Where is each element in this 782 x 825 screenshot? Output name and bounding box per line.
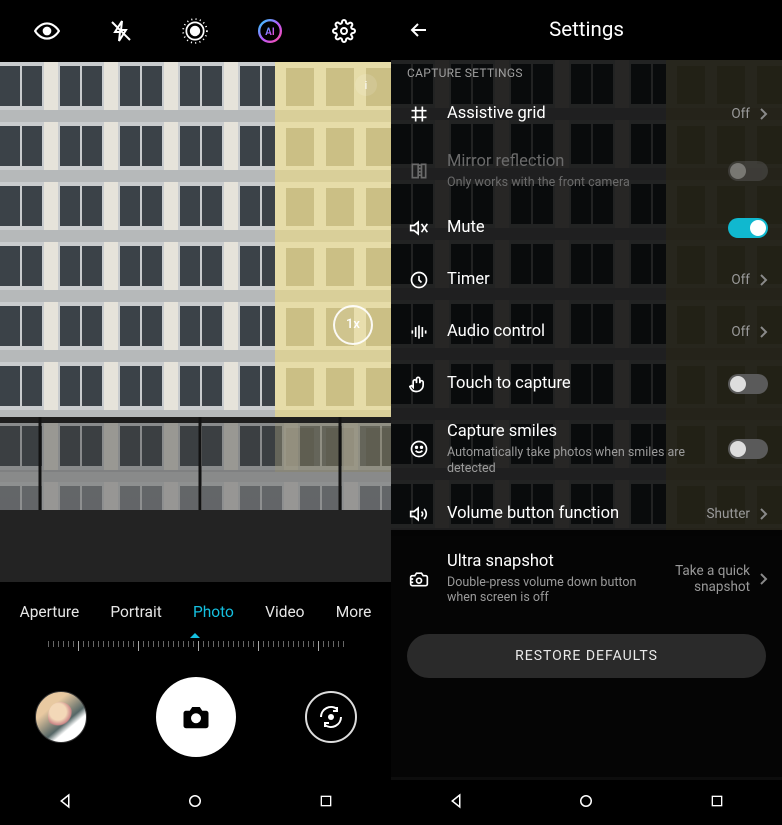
mirror-icon (407, 161, 431, 181)
settings-list: CAPTURE SETTINGS Assistive grid Off Mirr… (391, 60, 782, 694)
nav-back-icon[interactable] (446, 791, 466, 811)
toggle-mirror (728, 161, 768, 181)
touch-icon (407, 374, 431, 394)
chevron-right-icon (758, 325, 768, 339)
mode-more[interactable]: More (336, 603, 372, 621)
row-value: Off (731, 272, 750, 288)
toggle-capture-smiles[interactable] (728, 439, 768, 459)
restore-label: RESTORE DEFAULTS (515, 648, 658, 664)
smile-icon (407, 439, 431, 459)
nav-home-icon[interactable] (185, 791, 205, 811)
camera-bottom-bar (0, 657, 391, 777)
chevron-right-icon (758, 572, 768, 586)
mode-aperture[interactable]: Aperture (20, 603, 80, 621)
row-title: Assistive grid (447, 104, 715, 125)
row-title: Timer (447, 270, 715, 291)
settings-pane: Settings CAPTURE SETTINGS Assistive grid… (391, 0, 782, 825)
row-subtitle: Double-press volume down button when scr… (447, 575, 652, 606)
gallery-thumbnail[interactable] (35, 691, 87, 743)
info-icon[interactable]: i (355, 74, 377, 96)
nav-recent-icon[interactable] (316, 791, 336, 811)
row-title: Capture smiles (447, 422, 712, 443)
target-icon[interactable] (177, 13, 213, 49)
row-value: Shutter (707, 506, 750, 522)
mode-photo[interactable]: Photo (193, 603, 234, 621)
row-title: Mute (447, 218, 712, 239)
android-navbar-left (0, 777, 391, 825)
svg-text:AI: AI (265, 27, 275, 38)
mute-icon (407, 218, 431, 238)
ai-icon[interactable]: AI (252, 13, 288, 49)
row-title: Touch to capture (447, 374, 712, 395)
eye-icon[interactable] (29, 13, 65, 49)
settings-title: Settings (391, 18, 782, 42)
nav-recent-icon[interactable] (707, 791, 727, 811)
timer-icon (407, 270, 431, 290)
row-timer[interactable]: Timer Off (391, 254, 782, 306)
settings-header: Settings (391, 0, 782, 60)
row-value: Take a quick snapshot (668, 563, 750, 595)
nav-back-icon[interactable] (55, 791, 75, 811)
row-subtitle: Only works with the front camera (447, 175, 712, 191)
row-value: Off (731, 106, 750, 122)
mode-ticks (0, 641, 391, 657)
zoom-label: 1x (346, 317, 360, 332)
shutter-button[interactable] (156, 677, 236, 757)
row-ultra-snapshot[interactable]: Ultra snapshot Double-press volume down … (391, 540, 782, 618)
restore-defaults-button[interactable]: RESTORE DEFAULTS (407, 634, 766, 678)
row-title: Audio control (447, 322, 715, 343)
settings-gear-icon[interactable] (326, 13, 362, 49)
toggle-touch-capture[interactable] (728, 374, 768, 394)
row-capture-smiles[interactable]: Capture smiles Automatically take photos… (391, 410, 782, 488)
viewfinder[interactable]: i 1x (0, 62, 391, 587)
switch-camera-button[interactable] (305, 691, 357, 743)
row-value: Off (731, 324, 750, 340)
row-mute[interactable]: Mute (391, 202, 782, 254)
mode-video[interactable]: Video (265, 603, 304, 621)
mode-portrait[interactable]: Portrait (110, 603, 161, 621)
row-touch-capture[interactable]: Touch to capture (391, 358, 782, 410)
section-label: CAPTURE SETTINGS (391, 60, 782, 88)
chevron-right-icon (758, 107, 768, 121)
grid-icon (407, 104, 431, 124)
row-audio-control[interactable]: Audio control Off (391, 306, 782, 358)
row-title: Mirror reflection (447, 152, 712, 173)
mode-indicator (0, 633, 391, 639)
camera-top-toolbar: AI (0, 0, 391, 62)
camera-fast-icon (407, 569, 431, 589)
nav-home-icon[interactable] (576, 791, 596, 811)
camera-pane: AI i 1x Aperture Portrait Photo Video Mo… (0, 0, 391, 825)
android-navbar-right (391, 777, 782, 825)
row-title: Ultra snapshot (447, 552, 652, 573)
row-mirror-reflection: Mirror reflection Only works with the fr… (391, 140, 782, 202)
chevron-right-icon (758, 273, 768, 287)
row-subtitle: Automatically take photos when smiles ar… (447, 445, 712, 476)
mode-selector[interactable]: Aperture Portrait Photo Video More (0, 587, 391, 637)
audio-levels-icon (407, 322, 431, 342)
row-title: Volume button function (447, 504, 691, 525)
chevron-right-icon (758, 507, 768, 521)
volume-icon (407, 504, 431, 524)
row-assistive-grid[interactable]: Assistive grid Off (391, 88, 782, 140)
toggle-mute[interactable] (728, 218, 768, 238)
flash-off-icon[interactable] (103, 13, 139, 49)
back-arrow-icon[interactable] (407, 18, 431, 42)
zoom-badge[interactable]: 1x (333, 305, 373, 345)
row-volume-button[interactable]: Volume button function Shutter (391, 488, 782, 540)
